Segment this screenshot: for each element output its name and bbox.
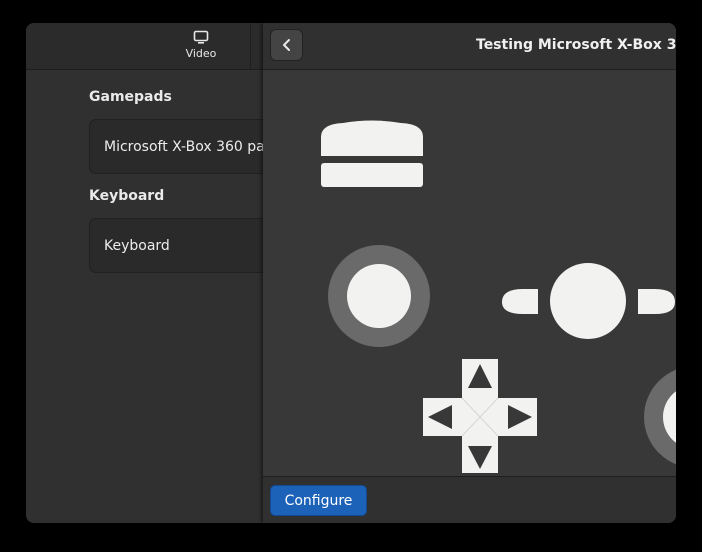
start-button-pad	[638, 289, 675, 314]
gamepad-view	[263, 70, 676, 476]
panel-footer: Configure	[263, 476, 676, 523]
header-divider	[250, 23, 251, 69]
list-item-keyboard[interactable]: Keyboard	[89, 218, 269, 273]
section-title-gamepads: Gamepads	[89, 89, 172, 105]
monitor-icon	[193, 30, 209, 44]
chevron-left-icon	[282, 39, 290, 51]
configure-button[interactable]: Configure	[270, 485, 367, 516]
list-item-gamepad[interactable]: Microsoft X-Box 360 pad	[89, 119, 269, 174]
back-button[interactable]	[270, 29, 303, 61]
left-bumper	[321, 120, 423, 156]
section-title-keyboard: Keyboard	[89, 188, 165, 204]
test-panel: Testing Microsoft X-Box 360 pad	[263, 23, 676, 523]
left-trigger	[321, 163, 423, 187]
gamepad-diagram	[321, 120, 676, 473]
panel-header: Testing Microsoft X-Box 360 pad	[263, 23, 676, 70]
left-stick-cap	[347, 264, 411, 328]
sidebar-header: Video	[26, 23, 263, 70]
nav-video-label: Video	[185, 47, 217, 60]
back-button-pad	[502, 289, 538, 314]
guide-button	[550, 263, 626, 339]
app-window: Video Gamepads Microsoft X-Box 360 pad K…	[26, 23, 676, 523]
page-title: Testing Microsoft X-Box 360 pad	[476, 37, 676, 53]
sidebar: Video Gamepads Microsoft X-Box 360 pad K…	[26, 23, 269, 523]
nav-video[interactable]: Video	[176, 30, 226, 66]
